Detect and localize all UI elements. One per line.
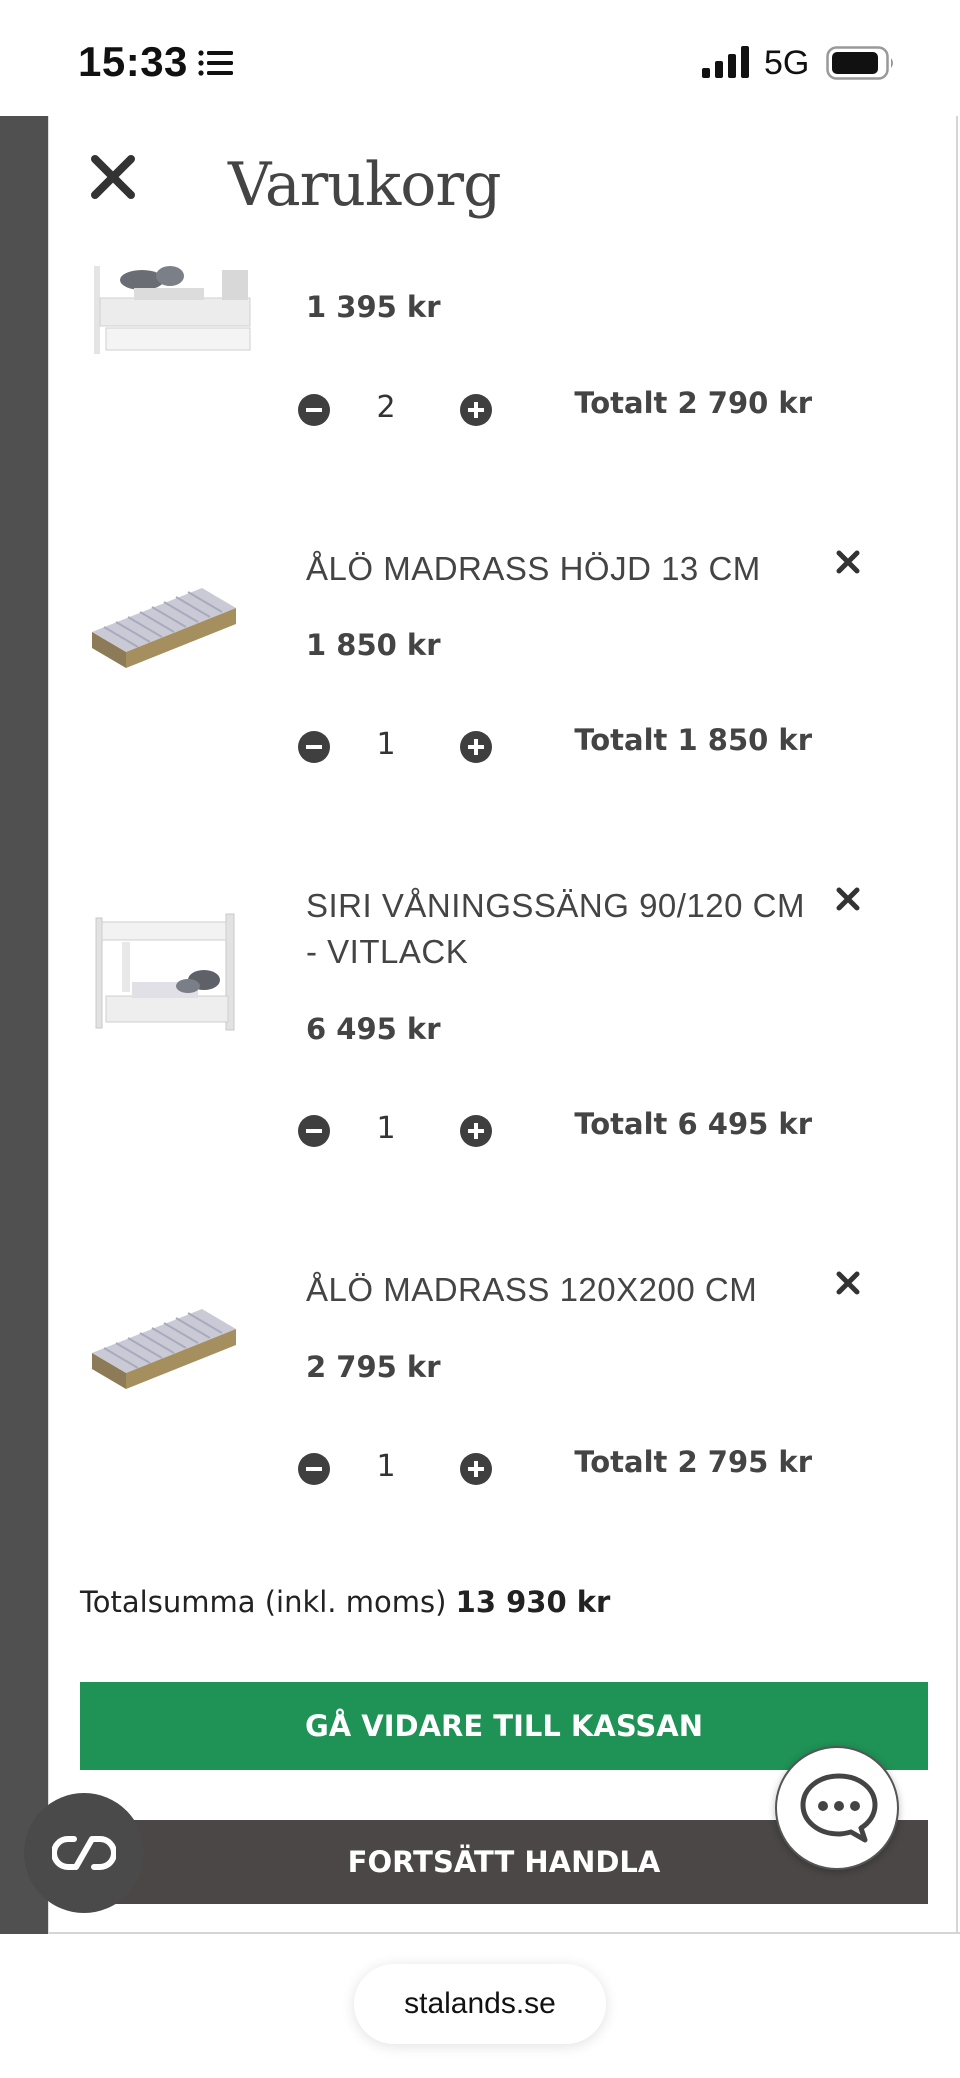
mattress-image[interactable]: [90, 586, 238, 674]
url-bar[interactable]: stalands.se: [354, 1964, 606, 2044]
item-name[interactable]: ÅLÖ MADRASS 120X200 CM: [306, 1267, 826, 1313]
accessibility-button[interactable]: [24, 1793, 144, 1913]
increase-qty-button[interactable]: [460, 731, 492, 763]
item-line-total: Totalt 2 795 kr: [574, 1445, 812, 1479]
list-icon: [198, 50, 233, 76]
item-line-total: Totalt 1 850 kr: [574, 723, 812, 757]
close-icon[interactable]: [90, 154, 136, 200]
item-price: 1 395 kr: [306, 290, 441, 324]
drawer-bottom-edge: [48, 1932, 960, 1934]
item-price: 6 495 kr: [306, 1012, 441, 1046]
decrease-qty-button[interactable]: [298, 731, 330, 763]
qty-value: 1: [376, 727, 396, 762]
status-bar: 15:33 5G: [0, 0, 960, 116]
bunk-bed-image[interactable]: [92, 912, 240, 1032]
signal-icon: [702, 46, 749, 78]
qty-value: 2: [376, 390, 396, 425]
chat-icon: [800, 1773, 878, 1843]
item-name[interactable]: SIRI VÅNINGSSÄNG 90/120 CM - VITLACK: [306, 883, 826, 975]
grand-total-label: Totalsumma (inkl. moms): [80, 1585, 447, 1619]
mattress-image[interactable]: [90, 1307, 238, 1395]
decrease-qty-button[interactable]: [298, 394, 330, 426]
decrease-qty-button[interactable]: [298, 1453, 330, 1485]
qty-value: 1: [376, 1449, 396, 1484]
decrease-qty-button[interactable]: [298, 1115, 330, 1147]
item-price: 2 795 kr: [306, 1350, 441, 1384]
chat-button[interactable]: [775, 1746, 899, 1870]
drawer-edge: [956, 116, 958, 1934]
battery-icon: [826, 46, 893, 80]
bed-image[interactable]: [92, 258, 252, 354]
increase-qty-button[interactable]: [460, 394, 492, 426]
item-line-total: Totalt 2 790 kr: [574, 386, 812, 420]
remove-item-icon[interactable]: [834, 1269, 862, 1297]
cart-title: Varukorg: [228, 150, 501, 220]
qty-value: 1: [376, 1111, 396, 1146]
increase-qty-button[interactable]: [460, 1115, 492, 1147]
page-overlay[interactable]: [0, 116, 48, 1934]
item-name[interactable]: ÅLÖ MADRASS HÖJD 13 CM: [306, 546, 826, 592]
grand-total-value: 13 930 kr: [455, 1585, 611, 1619]
status-time: 15:33: [78, 38, 188, 85]
item-line-total: Totalt 6 495 kr: [574, 1107, 812, 1141]
remove-item-icon[interactable]: [834, 885, 862, 913]
remove-item-icon[interactable]: [834, 548, 862, 576]
accessibility-icon: [52, 1836, 116, 1870]
item-price: 1 850 kr: [306, 628, 441, 662]
network-label: 5G: [764, 44, 810, 82]
increase-qty-button[interactable]: [460, 1453, 492, 1485]
grand-total: Totalsumma (inkl. moms) 13 930 kr: [80, 1585, 610, 1619]
